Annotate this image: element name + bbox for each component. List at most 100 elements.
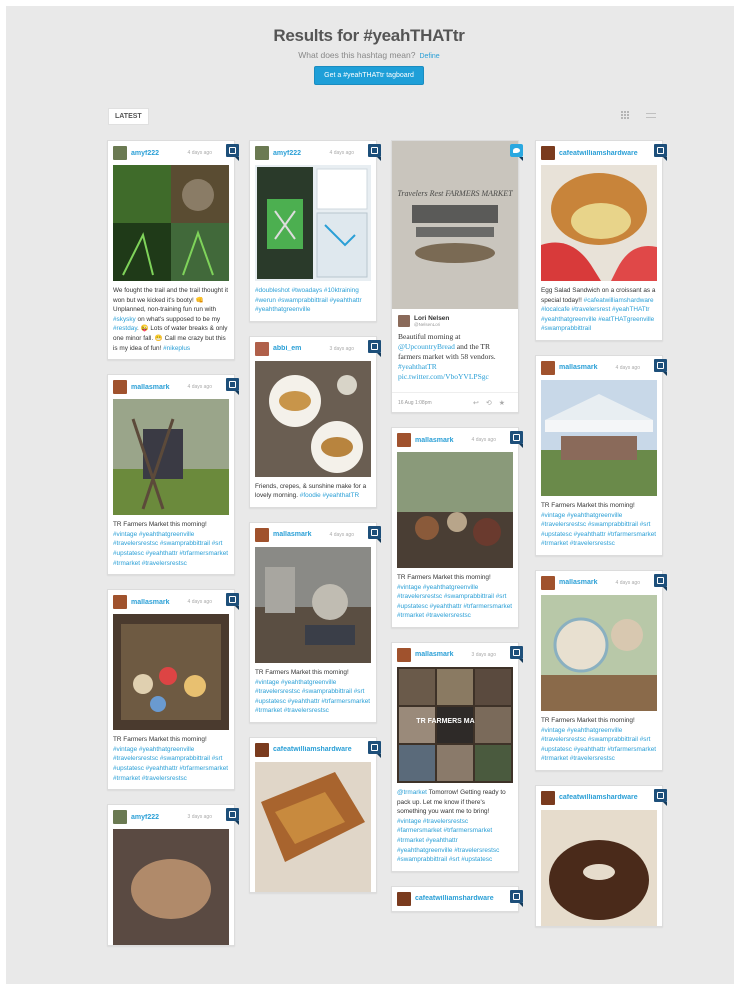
avatar[interactable]: [397, 433, 411, 447]
username[interactable]: abbi_em: [273, 345, 330, 352]
post-card[interactable]: cafeatwilliamshardware: [391, 885, 523, 912]
post-card[interactable]: amyf222 4 days ago We fought the trail an…: [107, 140, 239, 361]
post-image[interactable]: [255, 546, 371, 663]
hashtag-question: What does this hashtag mean? Define: [0, 50, 738, 60]
post-card[interactable]: cafeatwilliamshardware Egg Salad Sandwic…: [535, 140, 667, 341]
username[interactable]: cafeatwilliamshardware: [559, 794, 640, 801]
post-card[interactable]: cafeatwilliamshardware: [535, 784, 667, 927]
instagram-icon[interactable]: [226, 593, 239, 611]
tweet-card[interactable]: Travelers Rest FARMERS MARKET Lori Nelse…: [391, 140, 523, 413]
latest-filter-tab[interactable]: LATEST: [108, 108, 149, 125]
instagram-icon[interactable]: [654, 573, 667, 591]
post-time: 3 days ago: [187, 814, 212, 821]
post-image[interactable]: [541, 594, 657, 711]
post-image[interactable]: [255, 165, 371, 281]
post-card[interactable]: abbi_em 3 days ago Friends, crepes, & sun…: [249, 335, 381, 508]
avatar[interactable]: [541, 575, 555, 590]
post-card[interactable]: cafeatwilliamshardware: [249, 736, 381, 893]
post-time: 4 days ago: [615, 364, 640, 371]
post-time: 3 days ago: [471, 651, 496, 658]
post-time: 4 days ago: [187, 599, 212, 606]
tweet-actions[interactable]: ↩⟲★: [473, 399, 512, 407]
instagram-icon[interactable]: [654, 144, 667, 161]
post-image[interactable]: [541, 165, 657, 281]
username[interactable]: mallasmark: [131, 384, 188, 391]
instagram-icon[interactable]: [510, 431, 523, 448]
instagram-icon[interactable]: [368, 339, 381, 357]
username[interactable]: Lori Nelsen: [414, 315, 449, 322]
avatar[interactable]: [541, 790, 555, 805]
instagram-icon[interactable]: [368, 144, 381, 161]
post-card[interactable]: mallasmark 3 days ago TR FARMERS MARKET @…: [391, 641, 523, 872]
avatar[interactable]: [113, 595, 127, 610]
post-card[interactable]: mallasmark 4 days ago TR Farmers Market t…: [535, 354, 667, 556]
post-card[interactable]: mallasmark 4 days ago TR Farmers Market t…: [107, 589, 239, 791]
avatar[interactable]: [541, 146, 555, 160]
instagram-icon[interactable]: [654, 358, 667, 376]
post-image[interactable]: [113, 399, 229, 516]
username[interactable]: mallasmark: [415, 651, 472, 658]
post-image[interactable]: [541, 809, 657, 926]
avatar[interactable]: [398, 315, 410, 327]
instagram-icon[interactable]: [654, 788, 667, 806]
avatar[interactable]: [255, 742, 269, 757]
avatar[interactable]: [113, 146, 127, 160]
post-image[interactable]: [113, 614, 229, 731]
username[interactable]: amyf222: [131, 150, 188, 157]
username[interactable]: mallasmark: [273, 531, 330, 538]
instagram-icon[interactable]: [368, 525, 381, 543]
username[interactable]: cafeatwilliamshardware: [273, 746, 354, 753]
avatar[interactable]: [397, 647, 411, 662]
twitter-icon[interactable]: [510, 144, 523, 161]
username[interactable]: mallasmark: [559, 364, 616, 371]
post-image[interactable]: Travelers Rest FARMERS MARKET: [392, 141, 518, 309]
post-image[interactable]: [255, 360, 371, 477]
instagram-icon[interactable]: [368, 740, 381, 758]
post-image[interactable]: [113, 829, 229, 946]
avatar[interactable]: [113, 810, 127, 825]
username[interactable]: cafeatwilliamshardware: [559, 150, 640, 157]
feed-column-1: amyf222 4 days ago We fought the trail an…: [107, 140, 239, 960]
username[interactable]: cafeatwilliamshardware: [415, 895, 496, 902]
list-view-icon[interactable]: [646, 113, 656, 118]
post-image[interactable]: [541, 379, 657, 496]
username[interactable]: amyf222: [273, 150, 330, 157]
username[interactable]: mallasmark: [131, 599, 188, 606]
post-image[interactable]: TR FARMERS MARKET: [397, 666, 513, 783]
post-image[interactable]: [113, 165, 229, 281]
feed-column-2: amyf222 4 days ago #doubleshot #twoadays …: [249, 140, 381, 907]
avatar[interactable]: [255, 527, 269, 542]
username[interactable]: mallasmark: [415, 437, 472, 444]
post-image[interactable]: [255, 761, 371, 892]
avatar[interactable]: [113, 380, 127, 395]
instagram-icon[interactable]: [510, 889, 523, 907]
get-tagboard-button[interactable]: Get a #yeahTHATtr tagboard: [314, 66, 424, 85]
username[interactable]: mallasmark: [559, 579, 616, 586]
post-time: 4 days ago: [329, 150, 354, 156]
instagram-icon[interactable]: [226, 808, 239, 826]
avatar[interactable]: [255, 146, 269, 160]
define-link[interactable]: Define: [419, 53, 439, 60]
post-card[interactable]: mallasmark 4 days ago TR Farmers Market t…: [107, 374, 239, 576]
avatar[interactable]: [397, 891, 411, 906]
post-card[interactable]: mallasmark 4 days ago TR Farmers Market t…: [535, 569, 667, 771]
post-card[interactable]: amyf222 4 days ago #doubleshot #twoadays …: [249, 140, 381, 322]
instagram-icon[interactable]: [510, 645, 523, 663]
results-header: Results for #yeahTHATtr What does this h…: [0, 26, 738, 85]
feed-column-3: Travelers Rest FARMERS MARKET Lori Nelse…: [391, 140, 523, 926]
post-text: #doubleshot #twoadays #10ktraining #weru…: [255, 287, 362, 314]
avatar[interactable]: [255, 341, 269, 356]
post-text: TR Farmers Market this morning! #vintage…: [397, 574, 513, 620]
tweet-date: 16 Aug 1:08pm: [398, 400, 432, 406]
post-time: 4 days ago: [329, 531, 354, 538]
post-card[interactable]: mallasmark 4 days ago TR Farmers Market t…: [391, 427, 523, 628]
post-image[interactable]: [397, 452, 513, 568]
avatar[interactable]: [541, 360, 555, 375]
grid-view-icon[interactable]: [621, 111, 630, 120]
instagram-icon[interactable]: [226, 378, 239, 396]
user-handle[interactable]: @NelsenLori: [414, 322, 449, 327]
post-card[interactable]: amyf222 3 days ago: [107, 804, 239, 947]
username[interactable]: amyf222: [131, 814, 188, 821]
instagram-icon[interactable]: [226, 144, 239, 161]
post-card[interactable]: mallasmark 4 days ago TR Farmers Market t…: [249, 521, 381, 723]
